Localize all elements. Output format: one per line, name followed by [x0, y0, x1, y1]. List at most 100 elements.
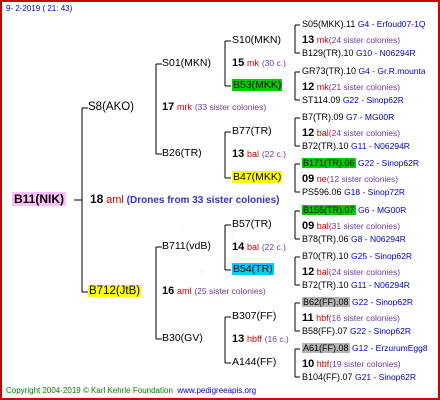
copyright-text: Copyright 2004-2019 © Karl Kehrle Founda…: [6, 386, 173, 395]
ancestor-code: G22 - Sinop62R: [358, 158, 419, 168]
ancestor-row: B70(TR).10 G25 - Sinop62R: [302, 250, 412, 263]
ancestor-info: 09 ne(12 sister colonies): [302, 173, 398, 186]
l3-info-1-sis: (30 c.): [261, 58, 286, 68]
ancestor-row: B129(TR).10 G10 - N06294R: [302, 47, 416, 60]
l3-info-2-sis: (22 c.): [261, 149, 286, 159]
l3-node-2-label: B53(MKK): [232, 79, 283, 91]
l3-info-4: 13 hbff (16 c.): [232, 333, 289, 346]
ancestor-info-num: 09: [302, 220, 315, 232]
root-queen-label: B11(NIK): [12, 192, 67, 206]
ancestor-row: S05(MKK).11 G4 - Erfoud07-1Q: [302, 18, 425, 31]
ancestor-info-loc: bal: [316, 128, 329, 138]
l3-info-2-loc: bal: [247, 149, 260, 159]
ancestor-info-num: 13: [302, 34, 315, 46]
l3-node-6-label: B54(TR): [232, 263, 274, 275]
ancestor-name: A61(FF).08: [302, 343, 350, 353]
root-location: aml: [106, 194, 124, 206]
sire-info: 17 mrk (33 sister colonies): [162, 101, 266, 114]
sire-num: 17: [162, 101, 175, 113]
ancestor-code: G22 - Sinop62R: [350, 326, 411, 336]
ancestor-info-num: 10: [302, 358, 315, 370]
ancestor-name: ST114.09: [302, 95, 341, 105]
dam-node: B712(JtB): [88, 285, 142, 298]
ancestor-code: G4 - Gr.R.mounta: [358, 66, 426, 76]
ancestor-name: B58(FF).07: [302, 326, 348, 336]
ancestor-info-sisters: (19 sister colonies): [329, 359, 401, 369]
ancestor-code: G18 - Sinop72R: [344, 187, 406, 197]
root-drone-note: (Drones from 33 sister colonies): [126, 195, 280, 206]
ancestor-code: G8 - N06294R: [351, 234, 406, 244]
ancestor-row: B155(TR).07 G6 - MG00R: [302, 204, 406, 217]
ancestor-row: A61(FF).08 G12 - ErzurumEgg8: [302, 342, 428, 355]
ancestor-info: 12 bal(24 sister colonies): [302, 127, 400, 140]
ancestor-info-num: 12: [302, 81, 315, 93]
ancestor-info-loc: mk: [316, 35, 329, 45]
ancestor-info-sisters: (24 sister colonies): [328, 35, 401, 45]
l3-info-3: 14 bal (22 c.): [232, 241, 286, 254]
l3-node-5: B57(TR): [232, 218, 272, 230]
l2-node-3: B711(vdB): [162, 240, 211, 252]
ancestor-name: S05(MKK).11: [302, 19, 356, 29]
ancestor-info: 09 bal(31 sister colonies): [302, 220, 400, 233]
ancestor-row: B78(TR).06 G8 - N06294R: [302, 233, 406, 246]
ancestor-info: 13 mk(24 sister colonies): [302, 34, 400, 47]
l3-info-1: 15 mk (30 c.): [232, 57, 286, 70]
l3-node-6: B54(TR): [232, 263, 274, 276]
ancestor-info-num: 11: [302, 312, 314, 324]
ancestor-row: ST114.09 G22 - Sinop62R: [302, 94, 404, 107]
ancestor-info-sisters: (31 sister colonies): [328, 221, 401, 231]
ancestor-info: 12 bal(24 sister colonies): [302, 266, 400, 279]
ancestor-info-loc: mk: [316, 82, 329, 92]
ancestor-code: G22 - Sinop62R: [342, 95, 404, 105]
sire-node: S8(AKO): [88, 101, 135, 113]
dam-location: aml: [177, 286, 192, 296]
ancestor-row: B72(TR).10 G11 - N06294R: [302, 140, 410, 153]
ancestor-info-sisters: (21 sister colonies): [328, 82, 401, 92]
l3-node-4-label: B47(MKK): [232, 171, 283, 183]
l2-node-1: S01(MKN): [162, 57, 212, 69]
ancestor-code: G10 - N06294R: [356, 48, 416, 58]
l3-info-1-num: 15: [232, 57, 245, 69]
ancestor-name: B104(FF).07: [302, 372, 353, 382]
l3-node-3: B77(TR): [232, 125, 272, 137]
sire-location: mrk: [177, 102, 193, 112]
l3-info-2-num: 13: [232, 148, 245, 160]
dam-label: B712(JtB): [88, 285, 142, 297]
ancestor-code: G22 - Sinop62R: [352, 297, 413, 307]
pedigree-diagram: 9- 2-2019 ( 21: 43) B11(NIK) 18 aml (Dro…: [0, 0, 440, 400]
ancestor-row: B7(TR).09 G7 - MG00R: [302, 111, 394, 124]
dam-num: 16: [162, 285, 175, 297]
ancestor-info-loc: hbf: [316, 313, 329, 323]
ancestor-row: GR73(TR).10 G4 - Gr.R.mounta: [302, 65, 426, 78]
l3-info-3-num: 14: [232, 241, 245, 253]
ancestor-name: B129(TR).10: [302, 48, 354, 58]
l3-node-2: B53(MKK): [232, 79, 283, 92]
l3-node-4: B47(MKK): [232, 171, 283, 184]
ancestor-info: 10 hbf(19 sister colonies): [302, 358, 401, 371]
ancestor-row: B72(TR).10 G11 - N06294R: [302, 279, 410, 292]
ancestor-info-loc: bal: [316, 267, 329, 277]
ancestor-info-loc: hbf: [316, 359, 330, 369]
ancestor-name: PS596.06: [302, 187, 342, 197]
ancestor-name: B62(FF).08: [302, 297, 350, 307]
ancestor-code: G6 - MG00R: [358, 205, 407, 215]
ancestor-name: B72(TR).10: [302, 141, 349, 151]
ancestor-name: B78(TR).06: [302, 234, 349, 244]
ancestor-info: 11 hbf(16 sister colonies): [302, 312, 400, 325]
ancestor-info-sisters: (12 sister colonies): [326, 174, 399, 184]
l3-node-7: B307(FF): [232, 310, 277, 322]
root-num: 18: [90, 192, 104, 206]
ancestor-row: B171(TR).06 G22 - Sinop62R: [302, 157, 419, 170]
l3-info-1-loc: mk: [247, 58, 260, 68]
ancestor-info-sisters: (24 sister colonies): [328, 267, 401, 277]
ancestor-row: B62(FF).08 G22 - Sinop62R: [302, 296, 413, 309]
ancestor-info-loc: ne: [316, 174, 327, 184]
ancestor-name: B7(TR).09: [302, 112, 344, 122]
ancestor-row: B58(FF).07 G22 - Sinop62R: [302, 325, 411, 338]
ancestor-info-loc: bal: [316, 221, 329, 231]
ancestor-info-sisters: (16 sister colonies): [328, 313, 401, 323]
ancestor-name: B155(TR).07: [302, 205, 356, 215]
site-link[interactable]: www.pedigreeapis.org: [177, 386, 256, 395]
ancestor-row: B104(FF).07 G21 - Sinop62R: [302, 371, 416, 384]
ancestor-row: PS596.06 G18 - Sinop72R: [302, 186, 405, 199]
